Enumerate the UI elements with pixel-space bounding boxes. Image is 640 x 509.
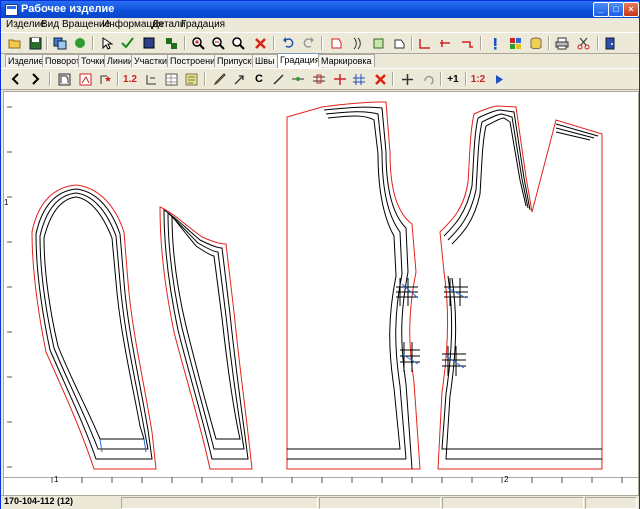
size-status: 170-104-112 (12)	[4, 496, 74, 506]
next-icon[interactable]	[28, 71, 44, 87]
tab-markirovka[interactable]: Маркировка	[318, 54, 375, 67]
prev-icon[interactable]	[7, 71, 23, 87]
delete-grade-icon[interactable]	[372, 71, 388, 87]
title-bar: Рабочее изделие _ □ ×	[1, 1, 639, 18]
menu-bar: Изделие Вид Вращение Информация Детали Г…	[1, 19, 639, 32]
grade-line-a-icon[interactable]	[417, 35, 433, 51]
blocks-icon[interactable]	[163, 35, 179, 51]
pointer-icon[interactable]	[99, 35, 115, 51]
mirror-icon[interactable]	[348, 35, 364, 51]
number-label[interactable]: 1.2	[122, 71, 138, 87]
grade-table-icon[interactable]	[163, 71, 179, 87]
open-folder-icon[interactable]	[7, 35, 23, 51]
menu-vid[interactable]: Вид	[41, 19, 59, 30]
info-exclaim-icon[interactable]	[487, 35, 503, 51]
status-bar: 170-104-112 (12)	[1, 495, 639, 509]
drawing-canvas[interactable]: 1 1 2	[3, 91, 639, 496]
status-cell-4	[585, 497, 637, 509]
c-label[interactable]: C	[251, 71, 267, 87]
scissors-icon[interactable]	[575, 35, 591, 51]
tab-izdelie[interactable]: Изделие	[5, 54, 47, 67]
menu-izdelie[interactable]: Изделие	[6, 19, 46, 30]
node-line-icon[interactable]	[290, 71, 306, 87]
outline-icon[interactable]	[391, 35, 407, 51]
zoom-in-icon[interactable]	[190, 35, 206, 51]
pencil-icon[interactable]	[211, 71, 227, 87]
slash-line-icon[interactable]	[270, 71, 286, 87]
rotate-icon[interactable]	[420, 71, 436, 87]
database-icon[interactable]	[528, 35, 544, 51]
save-icon[interactable]	[27, 35, 43, 51]
zoom-out-icon[interactable]	[210, 35, 226, 51]
status-cell-3	[442, 497, 584, 509]
ratio-label[interactable]: 1:2	[470, 71, 486, 87]
crosshair-icon[interactable]	[399, 71, 415, 87]
play-icon[interactable]	[491, 71, 507, 87]
grid-nodes-icon[interactable]	[351, 71, 367, 87]
horizontal-ruler: 1 2	[4, 475, 638, 495]
tab-shvy[interactable]: Швы	[252, 54, 278, 67]
maximize-button[interactable]: □	[608, 2, 624, 17]
grade-line-c-icon[interactable]	[459, 35, 475, 51]
tab-uchastki[interactable]: Участки	[131, 54, 170, 67]
v-ruler-mark: 1	[4, 198, 9, 207]
cross-nodes-icon[interactable]	[332, 71, 348, 87]
main-toolbar	[1, 32, 639, 54]
piece-icon[interactable]	[328, 35, 344, 51]
minimize-button[interactable]: _	[593, 2, 609, 17]
check-icon[interactable]	[119, 35, 135, 51]
green-dot-icon[interactable]	[72, 35, 88, 51]
grade-note-icon[interactable]	[183, 71, 199, 87]
tab-tochki[interactable]: Точки	[78, 54, 108, 67]
palette-icon[interactable]	[507, 35, 523, 51]
grade-rule-icon[interactable]	[143, 71, 159, 87]
close-button[interactable]: ×	[623, 2, 639, 17]
grade-line-b-icon[interactable]	[437, 35, 453, 51]
layers-icon[interactable]	[52, 35, 68, 51]
delete-zoom-icon[interactable]	[252, 35, 268, 51]
menu-gradaciya[interactable]: Градация	[181, 19, 225, 30]
grade-piece-icon[interactable]	[56, 71, 72, 87]
redo-icon[interactable]	[300, 35, 316, 51]
grade-nodes-icon[interactable]	[311, 71, 327, 87]
tab-povorot[interactable]: Поворот	[42, 54, 84, 67]
front-bodice-piece	[437, 105, 603, 470]
back-bodice-piece	[286, 101, 421, 470]
exit-door-icon[interactable]	[602, 35, 618, 51]
app-icon	[5, 4, 18, 16]
plus-one-label[interactable]: +1	[445, 71, 461, 87]
h-ruler-mark-2: 2	[504, 475, 509, 484]
square-icon[interactable]	[141, 35, 157, 51]
grading-toolbar: 1.2 C +1 1:2	[1, 68, 639, 90]
status-cell-1	[121, 497, 318, 509]
window-title: Рабочее изделие	[21, 3, 115, 15]
tab-gradaciya[interactable]: Градация	[277, 53, 323, 68]
vertical-ruler	[7, 106, 12, 468]
grade-red-icon[interactable]	[77, 71, 93, 87]
main-window: Рабочее изделие _ □ × Изделие Вид Вращен…	[0, 0, 640, 509]
grade-vector-icon[interactable]	[231, 71, 247, 87]
sleeve-front-piece	[31, 184, 157, 470]
zoom-fit-icon[interactable]	[230, 35, 246, 51]
status-cell-2	[319, 497, 441, 509]
piece-copy-icon[interactable]	[370, 35, 386, 51]
grade-star-icon[interactable]	[97, 71, 113, 87]
h-ruler-mark-1: 1	[54, 475, 59, 484]
tab-strip: Изделие Поворот Точки Линии Участки Пост…	[1, 53, 639, 68]
undo-icon[interactable]	[280, 35, 296, 51]
pattern-drawing[interactable]: 1	[4, 92, 638, 495]
print-icon[interactable]	[554, 35, 570, 51]
sleeve-back-piece	[159, 206, 253, 470]
